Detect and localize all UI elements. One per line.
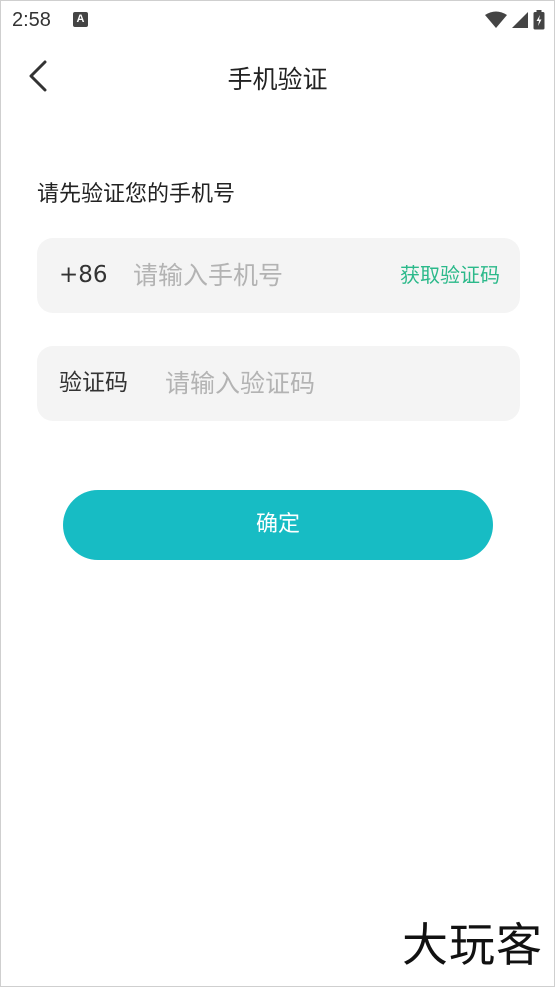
phone-input[interactable] (133, 238, 383, 313)
code-field-label: 验证码 (59, 370, 128, 396)
phone-field: +86 获取验证码 (37, 238, 520, 313)
status-time: 2:58 (12, 9, 51, 31)
verify-instruction: 请先验证您的手机号 (37, 182, 236, 207)
get-code-button[interactable]: 获取验证码 (400, 238, 500, 313)
code-field: 验证码 (37, 346, 520, 421)
confirm-button[interactable]: 确定 (63, 490, 493, 560)
app-header: 手机验证 (0, 42, 555, 112)
battery-icon (533, 10, 545, 30)
status-right-icons (485, 10, 545, 30)
watermark-logo: 大玩客 (402, 918, 543, 972)
verification-code-input[interactable] (165, 346, 485, 421)
country-code-prefix: +86 (59, 262, 108, 288)
page-title: 手机验证 (227, 65, 328, 94)
wifi-icon (485, 11, 507, 28)
status-bar: 2:58 A (0, 0, 555, 42)
signal-icon (512, 12, 528, 28)
notification-a-icon: A (73, 12, 88, 27)
